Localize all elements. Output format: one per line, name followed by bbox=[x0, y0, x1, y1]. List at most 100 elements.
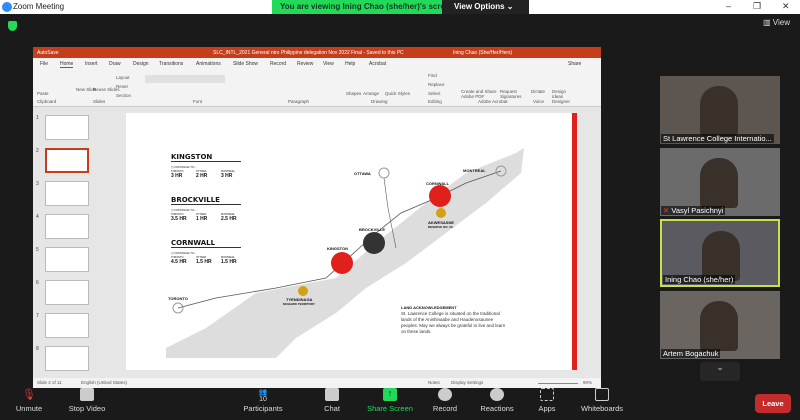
thumbnail-number: 2 bbox=[36, 148, 39, 154]
record-button[interactable]: Record bbox=[430, 388, 460, 413]
minimize-button[interactable]: – bbox=[726, 1, 731, 11]
paste-button[interactable]: Paste bbox=[37, 91, 49, 96]
leave-button[interactable]: Leave bbox=[755, 394, 791, 413]
tab-help[interactable]: Help bbox=[345, 61, 355, 67]
screen-share-banner: You are viewing Ining Chao (she/her)'s s… bbox=[272, 0, 529, 14]
chat-button[interactable]: Chat bbox=[320, 388, 344, 413]
tab-acrobat[interactable]: Acrobat bbox=[369, 61, 386, 67]
tab-file[interactable]: File bbox=[40, 61, 48, 67]
design-ideas-button[interactable]: Design Ideas bbox=[552, 89, 570, 99]
window-title: Zoom Meeting bbox=[13, 2, 65, 11]
participant-name: Ining Chao (she/her) bbox=[663, 275, 736, 284]
slide-thumbnail[interactable] bbox=[45, 214, 89, 239]
display-settings-button[interactable]: Display Settings bbox=[451, 380, 483, 385]
section-button[interactable]: Section bbox=[116, 93, 131, 98]
slide-thumbnail[interactable] bbox=[45, 346, 89, 371]
close-button[interactable]: ✕ bbox=[782, 1, 790, 12]
label-cornwall: CORNWALL bbox=[426, 181, 450, 186]
arrange-button[interactable]: Arrange bbox=[363, 91, 379, 96]
tab-slide-show[interactable]: Slide Show bbox=[233, 61, 258, 67]
whiteboards-button[interactable]: Whiteboards bbox=[578, 388, 626, 413]
participant-avatar bbox=[700, 158, 738, 208]
participant-video-tile[interactable]: Artem Bogachuk bbox=[660, 291, 780, 359]
zoom-slider[interactable] bbox=[538, 383, 578, 384]
slide-thumbnail[interactable] bbox=[45, 148, 89, 173]
slide-thumbnail[interactable] bbox=[45, 115, 89, 140]
reactions-icon bbox=[490, 388, 504, 401]
slide-thumbnail[interactable] bbox=[45, 280, 89, 305]
apps-button[interactable]: Apps bbox=[535, 388, 559, 413]
share-screen-button[interactable]: ↑ Share Screen bbox=[364, 388, 416, 413]
chat-icon bbox=[325, 388, 339, 401]
record-label: Record bbox=[432, 404, 458, 413]
unmute-button[interactable]: 🎙 Unmute bbox=[12, 388, 46, 413]
replace-button[interactable]: Replace bbox=[428, 82, 445, 87]
label-akwesasne-sub: RESERVE NO. 59 bbox=[428, 225, 453, 229]
tab-draw[interactable]: Draw bbox=[109, 61, 121, 67]
thumbnail-number: 8 bbox=[36, 346, 39, 352]
reset-button[interactable]: Reset bbox=[116, 84, 128, 89]
layout-button[interactable]: Layout bbox=[116, 75, 130, 80]
quick-styles-button[interactable]: Quick Styles bbox=[385, 91, 410, 96]
brockville-badge-icon bbox=[363, 232, 385, 254]
thumbnail-number: 7 bbox=[36, 313, 39, 319]
document-title: SLC_INTL_2021 General ntro Philippine de… bbox=[213, 50, 404, 56]
language[interactable]: English (United States) bbox=[81, 380, 127, 385]
land-acknowledgement-text: St. Lawrence College is situated on the … bbox=[401, 311, 506, 334]
whiteboard-icon bbox=[595, 388, 609, 401]
share-button[interactable]: Share bbox=[568, 61, 581, 67]
participant-video-tile[interactable]: ✕ Vasyl Pasichnyi bbox=[660, 148, 780, 216]
apps-label: Apps bbox=[538, 404, 556, 413]
label-ottawa: OTTAWA bbox=[354, 171, 371, 176]
thumbnail-number: 1 bbox=[36, 115, 39, 121]
tab-animations[interactable]: Animations bbox=[196, 61, 221, 67]
shapes-button[interactable]: Shapes bbox=[346, 91, 361, 96]
tab-home[interactable]: Home bbox=[60, 61, 74, 68]
view-options-button[interactable]: View Options ⌄ bbox=[442, 0, 529, 14]
tab-view[interactable]: View bbox=[323, 61, 334, 67]
dictate-button[interactable]: Dictate bbox=[531, 89, 545, 94]
scroll-down-chevron-icon[interactable]: ⌄ bbox=[700, 362, 740, 381]
thumbnail-number: 5 bbox=[36, 247, 39, 253]
group-designer: Designer bbox=[552, 99, 571, 104]
security-shield-icon[interactable] bbox=[8, 21, 17, 31]
participants-button[interactable]: 👥10 Participants bbox=[240, 388, 286, 413]
tab-insert[interactable]: Insert bbox=[85, 61, 98, 67]
font-name-box[interactable] bbox=[145, 75, 225, 83]
request-signatures-button[interactable]: Request Signatures bbox=[500, 89, 525, 99]
participant-name: St Lawrence College Internatio... bbox=[661, 134, 774, 143]
apps-icon bbox=[540, 388, 554, 401]
cornwall-badge-icon bbox=[429, 185, 451, 207]
maximize-button[interactable]: ❐ bbox=[753, 1, 761, 12]
tab-record[interactable]: Record bbox=[270, 61, 286, 67]
participant-avatar bbox=[700, 86, 738, 136]
create-pdf-button[interactable]: Create and Share Adobe PDF bbox=[461, 89, 499, 99]
slide-thumbnail[interactable] bbox=[45, 247, 89, 272]
autosave-toggle[interactable]: AutoSave bbox=[37, 50, 59, 56]
tab-review[interactable]: Review bbox=[297, 61, 313, 67]
participant-avatar bbox=[700, 301, 738, 351]
participant-video-tile[interactable]: St Lawrence College Internatio... bbox=[660, 76, 780, 144]
zoom-level: 90% bbox=[583, 380, 593, 385]
tab-transitions[interactable]: Transitions bbox=[159, 61, 183, 67]
slide-thumbnail[interactable] bbox=[45, 181, 89, 206]
stop-video-button[interactable]: Stop Video bbox=[64, 388, 110, 413]
ribbon-tabs: File Home Insert Draw Design Transitions… bbox=[33, 58, 601, 69]
thumbnail-number: 4 bbox=[36, 214, 39, 220]
reactions-button[interactable]: Reactions bbox=[478, 388, 516, 413]
participant-count: 10 bbox=[259, 396, 267, 403]
notes-button[interactable]: Notes bbox=[428, 380, 440, 385]
thumbnail-number: 6 bbox=[36, 280, 39, 286]
tab-design[interactable]: Design bbox=[133, 61, 149, 67]
ribbon: Paste New Slide Reuse Slides Layout Rese… bbox=[33, 69, 601, 107]
select-button[interactable]: Select bbox=[428, 91, 441, 96]
find-button[interactable]: Find bbox=[428, 73, 437, 78]
participant-video-tile[interactable]: Ining Chao (she/her) bbox=[660, 219, 780, 287]
thumbnail-number: 3 bbox=[36, 181, 39, 187]
view-button[interactable]: ▥ View bbox=[763, 18, 790, 27]
kingston-badge-icon bbox=[331, 252, 353, 274]
slide-thumbnail[interactable] bbox=[45, 313, 89, 338]
group-drawing: Drawing bbox=[371, 99, 388, 104]
group-editing: Editing bbox=[428, 99, 442, 104]
zoom-logo-icon bbox=[2, 2, 12, 12]
